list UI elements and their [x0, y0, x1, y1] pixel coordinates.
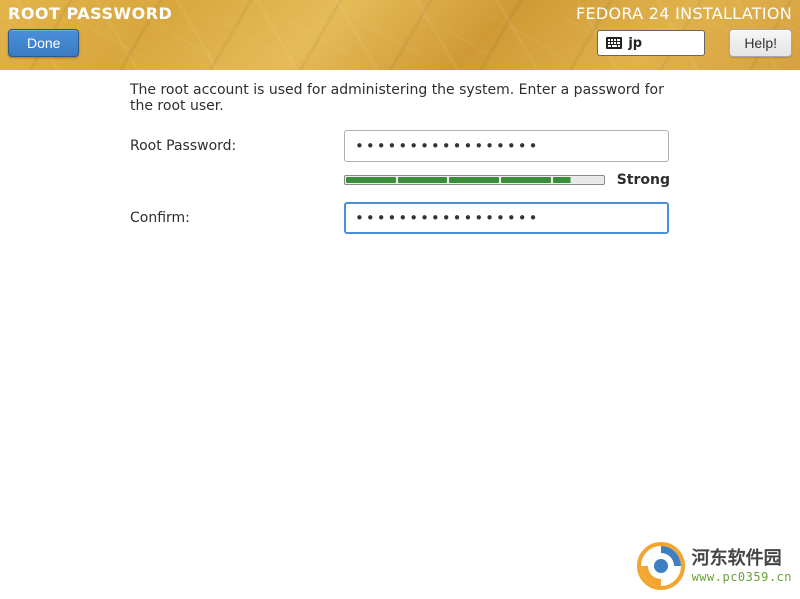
strength-segment	[449, 177, 499, 183]
password-label: Root Password:	[130, 138, 344, 154]
confirm-password-input[interactable]	[344, 202, 669, 234]
page-title: ROOT PASSWORD	[8, 4, 172, 23]
keyboard-layout-label: jp	[628, 36, 642, 51]
password-row: Root Password:	[130, 130, 670, 162]
strength-segment	[553, 177, 603, 183]
header-right-group: jp Help!	[597, 29, 792, 57]
header-bar: ROOT PASSWORD FEDORA 24 INSTALLATION Don…	[0, 0, 800, 70]
done-button[interactable]: Done	[8, 29, 79, 57]
password-strength-label: Strong	[617, 172, 670, 188]
watermark-cn-label: 河东软件园	[692, 548, 792, 570]
strength-segment	[398, 177, 448, 183]
content-area: The root account is used for administeri…	[0, 70, 800, 234]
password-strength-row: Strong	[344, 172, 670, 188]
installer-title: FEDORA 24 INSTALLATION	[576, 4, 792, 23]
keyboard-layout-indicator[interactable]: jp	[597, 30, 705, 56]
confirm-row: Confirm:	[130, 202, 670, 234]
password-strength-meter	[344, 175, 605, 185]
confirm-label: Confirm:	[130, 210, 344, 226]
watermark: 河东软件园 www.pc0359.cn	[636, 541, 792, 591]
strength-segment	[501, 177, 551, 183]
intro-text: The root account is used for administeri…	[130, 82, 670, 114]
help-button[interactable]: Help!	[729, 29, 792, 57]
header-top-row: ROOT PASSWORD FEDORA 24 INSTALLATION	[8, 0, 792, 23]
watermark-url-label: www.pc0359.cn	[692, 570, 792, 584]
strength-segment	[346, 177, 396, 183]
header-bottom-row: Done jp Help!	[8, 29, 792, 57]
watermark-text: 河东软件园 www.pc0359.cn	[692, 548, 792, 584]
keyboard-icon	[606, 37, 622, 49]
watermark-logo-icon	[636, 541, 686, 591]
root-password-input[interactable]	[344, 130, 669, 162]
